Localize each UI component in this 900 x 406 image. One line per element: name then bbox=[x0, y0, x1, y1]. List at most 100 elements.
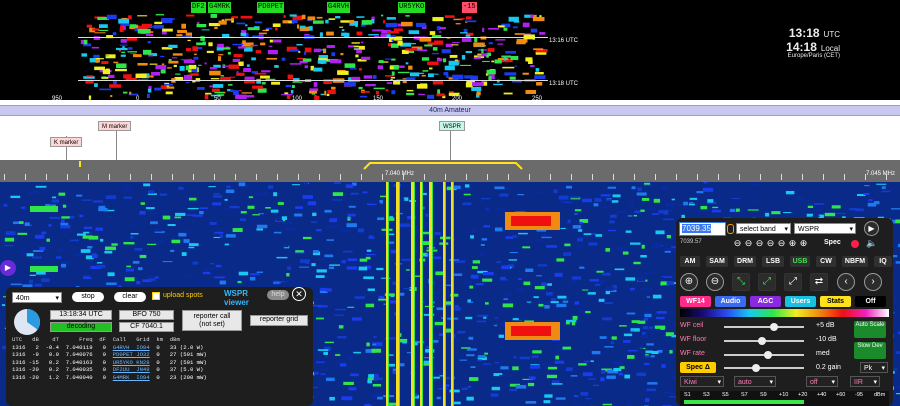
signal-streak bbox=[208, 42, 213, 47]
zoom-step-icon[interactable]: ⊖ bbox=[732, 238, 743, 249]
mode-select[interactable]: WSPR ▾ bbox=[794, 223, 856, 234]
expand-icon[interactable]: ⤢ bbox=[784, 273, 802, 291]
tab-wf14[interactable]: WF14 bbox=[680, 296, 711, 307]
spec-delta-button[interactable]: Spec Δ bbox=[680, 362, 716, 373]
callsign-link[interactable]: G4RVH bbox=[113, 344, 137, 351]
noise-pixel bbox=[643, 272, 653, 274]
gain-slider[interactable] bbox=[724, 364, 804, 372]
zoom-step-icon[interactable]: ⊖ bbox=[765, 238, 776, 249]
slider-knob[interactable] bbox=[769, 323, 778, 331]
frequency-scale[interactable]: 7.040 MHz 7.045 MHz bbox=[0, 160, 900, 182]
page-left-icon[interactable]: ‹ bbox=[837, 273, 855, 291]
band-select-dropdown[interactable]: select band ▾ bbox=[736, 223, 791, 234]
k-marker[interactable]: K marker bbox=[50, 137, 83, 147]
pk-select[interactable]: Pk ▾ bbox=[860, 362, 888, 373]
auto-scale-button[interactable]: Auto Scale bbox=[854, 321, 886, 338]
zoom-step-icon[interactable]: ⊖ bbox=[776, 238, 787, 249]
panel-toggle-icon[interactable]: ▶ bbox=[0, 260, 16, 276]
band-bar[interactable]: 40m Amateur bbox=[0, 105, 900, 116]
grid-link[interactable]: JN48 bbox=[136, 366, 149, 373]
gain-slider-knob[interactable] bbox=[752, 364, 760, 372]
lock-icon[interactable] bbox=[727, 224, 734, 234]
upload-checkbox[interactable] bbox=[152, 292, 160, 300]
waterfall-slider[interactable] bbox=[724, 337, 804, 345]
play-icon[interactable]: ▶ bbox=[864, 221, 879, 236]
spot-label[interactable]: UR5YKO bbox=[398, 2, 426, 13]
mode-drm-button[interactable]: DRM bbox=[734, 256, 756, 267]
mode-am-button[interactable]: AM bbox=[680, 256, 700, 267]
spot-label[interactable]: DF2 bbox=[191, 2, 206, 13]
close-icon[interactable]: ✕ bbox=[292, 287, 306, 301]
signal-streak bbox=[473, 57, 481, 60]
wspr-marker[interactable]: WSPR bbox=[439, 121, 465, 131]
reporter-grid-button[interactable]: reporter grid bbox=[250, 315, 308, 326]
help-button[interactable]: help bbox=[267, 290, 289, 300]
tab-agc[interactable]: AGC bbox=[750, 296, 781, 307]
noise-pixel bbox=[561, 307, 567, 310]
mode-iq-button[interactable]: IQ bbox=[874, 256, 892, 267]
callsign-link[interactable]: G4MRK bbox=[113, 374, 137, 381]
waterfall-slider[interactable] bbox=[724, 323, 804, 331]
table-row: 1316 2 -0.4 7.040119 0 G4RVH IO94 0 33 (… bbox=[12, 344, 308, 352]
noise-pixel bbox=[485, 208, 490, 213]
noise-pixel bbox=[166, 184, 172, 186]
band-select[interactable]: 40m ▾ bbox=[12, 292, 62, 303]
clear-button[interactable]: clear bbox=[114, 292, 146, 302]
mode-cw-button[interactable]: CW bbox=[816, 256, 836, 267]
tab-off[interactable]: Off bbox=[855, 296, 886, 307]
callsign-link[interactable]: UR5YKO bbox=[113, 359, 137, 366]
frequency-input[interactable]: 7039.35 bbox=[679, 222, 726, 236]
grid-link[interactable]: IO94 bbox=[136, 344, 149, 351]
mode-usb-button[interactable]: USB bbox=[790, 256, 810, 267]
m-marker[interactable]: M marker bbox=[98, 121, 132, 131]
tab-stats[interactable]: Stats bbox=[820, 296, 851, 307]
option-select[interactable]: Kiwi ▾ bbox=[680, 376, 724, 387]
stop-button[interactable]: stop bbox=[72, 292, 104, 302]
option-select[interactable]: IIR ▾ bbox=[850, 376, 880, 387]
zoom-step-icon[interactable]: ⊖ bbox=[743, 238, 754, 249]
callsign-link[interactable]: DF2UU bbox=[113, 366, 137, 373]
zoom-step-icon[interactable]: ⊖ bbox=[754, 238, 765, 249]
grid-link[interactable]: JO32 bbox=[136, 351, 149, 358]
mode-nbfm-button[interactable]: NBFM bbox=[842, 256, 868, 267]
tab-audio[interactable]: Audio bbox=[715, 296, 746, 307]
signal-streak bbox=[406, 92, 415, 96]
record-icon[interactable] bbox=[851, 240, 859, 248]
slider-knob[interactable] bbox=[758, 337, 767, 345]
spot-label[interactable]: -15 bbox=[462, 2, 477, 13]
slow-dev-button[interactable]: Slow Dev bbox=[854, 342, 886, 359]
zoom-out-icon[interactable]: ⊖ bbox=[706, 273, 724, 291]
signal-streak bbox=[95, 59, 99, 63]
callsign-link[interactable]: PD0PET bbox=[113, 351, 137, 358]
spot-label[interactable]: PD0PET bbox=[257, 2, 285, 13]
swap-icon[interactable]: ⇄ bbox=[810, 273, 828, 291]
page-right-icon[interactable]: › bbox=[864, 273, 882, 291]
tab-users[interactable]: Users bbox=[785, 296, 816, 307]
zoom-max-icon[interactable]: ⤢ bbox=[758, 273, 776, 291]
grid-link[interactable]: KN28 bbox=[136, 359, 149, 366]
zoom-in-icon[interactable]: ⊕ bbox=[680, 273, 698, 291]
signal-streak bbox=[110, 95, 113, 98]
speaker-icon[interactable]: 🔈 bbox=[866, 238, 877, 249]
reporter-call-button[interactable]: reporter call (not set) bbox=[182, 310, 242, 331]
noise-pixel bbox=[493, 324, 498, 327]
passband-indicator[interactable] bbox=[363, 162, 523, 170]
zoom-step-icon[interactable]: ⊕ bbox=[798, 238, 809, 249]
mode-lsb-button[interactable]: LSB bbox=[762, 256, 784, 267]
option-select[interactable]: off ▾ bbox=[806, 376, 838, 387]
noise-pixel bbox=[454, 307, 461, 311]
noise-pixel bbox=[104, 250, 113, 254]
option-select[interactable]: auto ▾ bbox=[734, 376, 776, 387]
spot-label[interactable]: G4RVH bbox=[327, 2, 351, 13]
grid-link[interactable]: IO94 bbox=[136, 374, 149, 381]
carrier-edge bbox=[422, 182, 423, 406]
zoom-step-icon[interactable]: ⊕ bbox=[787, 238, 798, 249]
zoom-band-icon[interactable]: ⤡ bbox=[732, 273, 750, 291]
signal-streak bbox=[326, 31, 334, 36]
mode-sam-button[interactable]: SAM bbox=[706, 256, 728, 267]
spot-label[interactable]: G4MRK bbox=[208, 2, 232, 13]
waterfall-slider[interactable] bbox=[724, 351, 804, 359]
signal-streak bbox=[390, 43, 399, 48]
slider-knob[interactable] bbox=[764, 351, 772, 359]
noise-pixel bbox=[622, 251, 629, 255]
